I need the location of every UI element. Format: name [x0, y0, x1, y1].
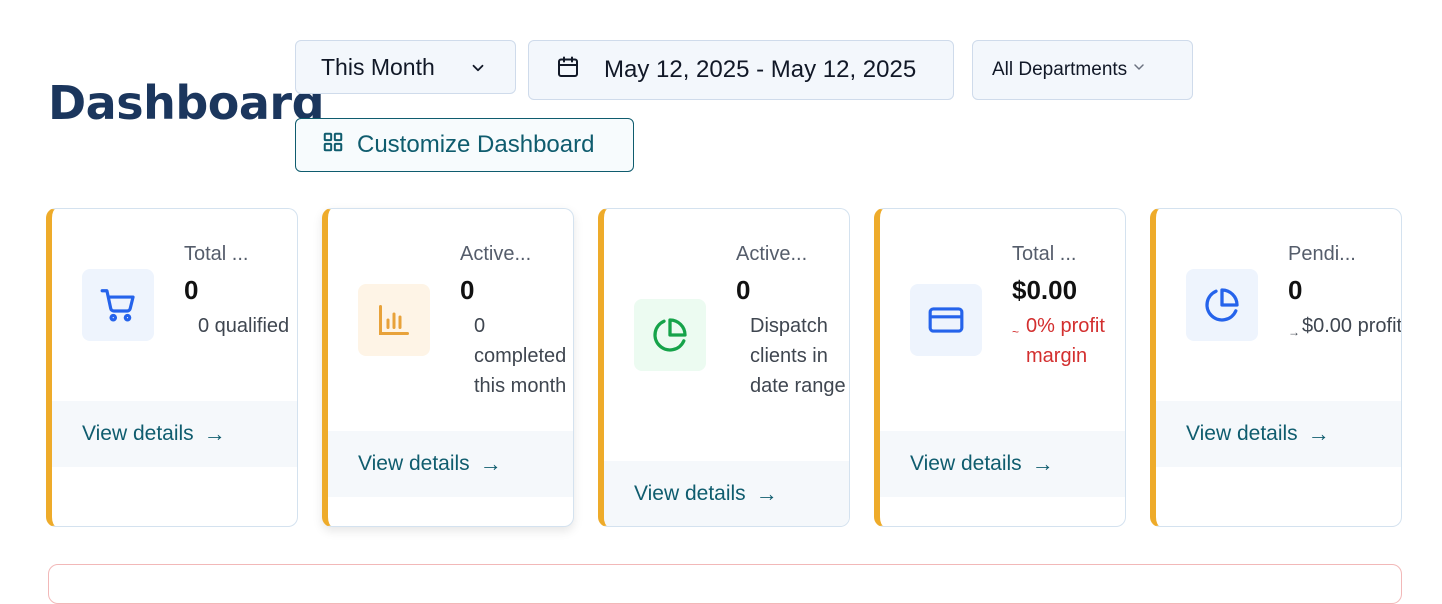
date-range-picker[interactable]: May 12, 2025 - May 12, 2025 — [528, 40, 954, 100]
card-subtext-label: 0% profit margin — [1026, 315, 1105, 367]
pie-chart-icon — [634, 299, 706, 371]
stat-card: Total ... $0.00 ~ 0% profit margin View … — [874, 208, 1126, 527]
card-value: 0 — [184, 275, 199, 305]
period-select-value: This Month — [321, 53, 435, 80]
arrow-right-icon: → — [1288, 325, 1300, 339]
arrow-right-icon: → — [479, 451, 502, 476]
view-details-link[interactable]: View details → — [604, 461, 849, 526]
card-value: $0.00 — [1012, 275, 1078, 305]
card-subtext-label: $0.00 profit — [1302, 315, 1402, 337]
stat-card: Pendi... 0 → $0.00 profit View details → — [1150, 208, 1402, 527]
view-details-link[interactable]: View details → — [1156, 401, 1401, 467]
arrow-right-icon: → — [1307, 421, 1330, 446]
date-range-value: May 12, 2025 - May 12, 2025 — [604, 56, 917, 83]
bar-chart-icon — [358, 284, 430, 356]
card-subtext: 0 qualified — [184, 311, 297, 341]
arrow-right-icon: → — [1031, 451, 1054, 476]
card-value: 0 — [460, 275, 475, 305]
view-details-link[interactable]: View details → — [52, 401, 297, 467]
period-select[interactable]: This Month — [295, 40, 516, 94]
view-details-label: View details — [634, 482, 746, 505]
card-label: Pendi... — [1288, 243, 1356, 265]
card-subtext: Dispatch clients in date range — [736, 311, 849, 401]
grid-icon — [322, 131, 344, 160]
customize-dashboard-button[interactable]: Customize Dashboard — [295, 118, 634, 172]
stat-card: Active... 0 0 completed this month View … — [322, 208, 574, 527]
card-value: 0 — [736, 275, 751, 305]
pie-chart-icon — [1186, 269, 1258, 341]
trend-down-icon: ~ — [1012, 325, 1020, 339]
credit-card-icon — [910, 284, 982, 356]
customize-dashboard-label: Customize Dashboard — [357, 131, 595, 158]
chevron-down-icon — [1131, 59, 1147, 81]
card-label: Total ... — [1012, 243, 1077, 265]
alert-panel — [48, 564, 1402, 604]
card-label: Active... — [736, 243, 808, 265]
department-select-value: All Departments — [992, 59, 1128, 80]
card-subtext: 0 completed this month — [460, 311, 573, 401]
card-subtext-label: 0 qualified — [198, 315, 290, 337]
view-details-label: View details — [1186, 422, 1298, 445]
view-details-link[interactable]: View details → — [880, 431, 1125, 497]
arrow-right-icon: → — [755, 481, 778, 506]
card-label: Active... — [460, 243, 532, 265]
arrow-right-icon: → — [203, 421, 226, 446]
view-details-label: View details — [82, 422, 194, 445]
calendar-icon — [556, 55, 580, 86]
page-title: Dashboard — [48, 76, 325, 130]
card-subtext: ~ 0% profit margin — [1012, 311, 1125, 371]
stat-card: Total ... 0 0 qualified View details → — [46, 208, 298, 527]
card-subtext-label: Dispatch clients in date range — [750, 315, 846, 397]
view-details-link[interactable]: View details → — [328, 431, 573, 497]
view-details-label: View details — [910, 452, 1022, 475]
view-details-label: View details — [358, 452, 470, 475]
chevron-down-icon — [469, 56, 487, 83]
department-select[interactable]: All Departments — [972, 40, 1193, 100]
card-subtext: → $0.00 profit — [1288, 311, 1402, 347]
card-subtext-label: 0 completed this month — [474, 315, 567, 397]
card-value: 0 — [1288, 275, 1303, 305]
cart-icon — [82, 269, 154, 341]
stat-card: Active... 0 Dispatch clients in date ran… — [598, 208, 850, 527]
card-label: Total ... — [184, 243, 249, 265]
